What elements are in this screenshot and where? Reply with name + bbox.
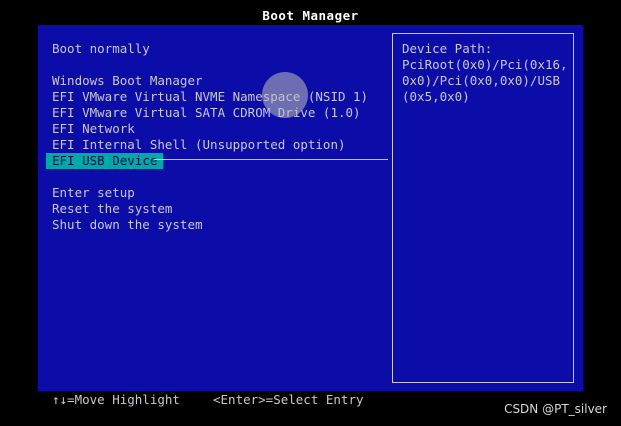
mouse-cursor-indicator [262, 72, 308, 118]
menu-item-usb-device-selected[interactable]: EFI USB Device [46, 153, 164, 169]
device-path-panel: Device Path: PciRoot(0x0)/Pci(0x16,0x0)/… [392, 33, 574, 383]
select-entry-hint: <Enter>=Select Entry [213, 392, 364, 407]
menu-item-boot-normally[interactable]: Boot normally [52, 41, 150, 57]
menu-item-sata-cdrom[interactable]: EFI VMware Virtual SATA CDROM Drive (1.0… [52, 105, 361, 121]
menu-item-nvme-namespace[interactable]: EFI VMware Virtual NVME Namespace (NSID … [52, 89, 368, 105]
watermark: CSDN @PT_silver [504, 402, 607, 416]
menu-item-internal-shell[interactable]: EFI Internal Shell (Unsupported option) [52, 137, 346, 153]
menu-item-windows-boot-manager[interactable]: Windows Boot Manager [52, 73, 203, 89]
menu-item-shut-down[interactable]: Shut down the system [52, 217, 203, 233]
menu-item-efi-network[interactable]: EFI Network [52, 121, 135, 137]
device-path-label: Device Path: [402, 41, 493, 56]
boot-manager-screen: Boot normally Windows Boot Manager EFI V… [38, 25, 583, 391]
selection-divider [154, 159, 388, 160]
menu-item-enter-setup[interactable]: Enter setup [52, 185, 135, 201]
device-path-value: PciRoot(0x0)/Pci(0x16,0x0)/Pci(0x0,0x0)/… [402, 57, 568, 104]
boot-manager-title: Boot Manager [262, 8, 359, 23]
menu-item-reset-system[interactable]: Reset the system [52, 201, 172, 217]
boot-menu: Boot normally Windows Boot Manager EFI V… [38, 25, 388, 391]
move-highlight-hint: ↑↓=Move Highlight [52, 392, 180, 407]
